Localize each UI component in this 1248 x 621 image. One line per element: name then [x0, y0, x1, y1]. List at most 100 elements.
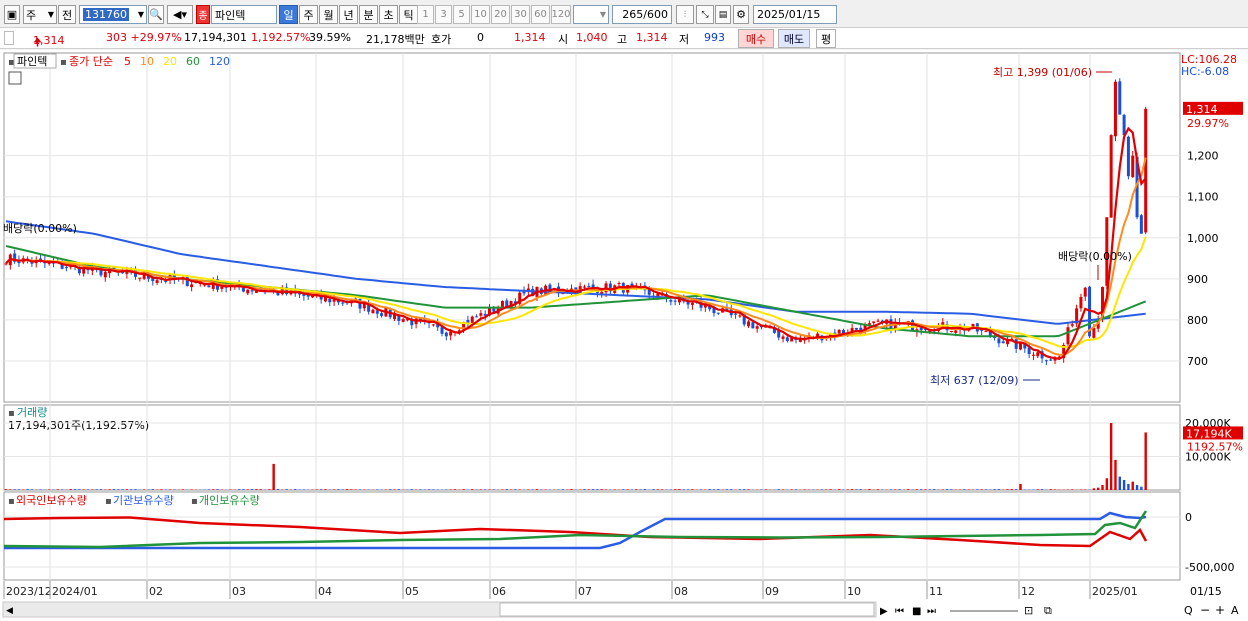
- candle-body: [155, 280, 159, 283]
- volume-bar: [445, 489, 448, 490]
- x-axis-label: 09: [765, 585, 779, 598]
- interval-1[interactable]: 1: [417, 5, 434, 24]
- candle-icon[interactable]: ⫶: [676, 5, 694, 24]
- interval-20[interactable]: 20: [491, 5, 510, 24]
- zoom-icon: Q: [1184, 604, 1193, 617]
- timeframe-3[interactable]: 년: [339, 5, 358, 24]
- timeframe-6[interactable]: 틱: [399, 5, 418, 24]
- volume-bar: [980, 489, 983, 490]
- count-total: /600: [643, 8, 668, 21]
- volume-bar: [1053, 489, 1057, 490]
- candle-body: [1109, 135, 1113, 218]
- sell-button[interactable]: 매도: [778, 29, 810, 48]
- timeframe-0[interactable]: 일: [279, 5, 298, 24]
- buy-button[interactable]: 매수: [738, 29, 774, 48]
- volume-bar: [652, 489, 655, 490]
- main-toolbar: ▣ 주 ▼ 전 131760 ▼ 🔍 ◀▾ 종 파인텍 일주월년분초틱 1 3 5 10 2…: [0, 0, 1248, 28]
- eval-button[interactable]: 평: [816, 29, 836, 48]
- holdings-tick: -500,000: [1185, 561, 1234, 574]
- volume-bar: [479, 489, 483, 490]
- volume-bar: [669, 489, 673, 490]
- hoga-price: 1,314: [514, 31, 546, 44]
- volume-bar: [600, 489, 603, 490]
- timeframe-4[interactable]: 분: [359, 5, 378, 24]
- interval-10[interactable]: 10: [471, 5, 490, 24]
- quote-indicator: [4, 31, 14, 45]
- gear-icon[interactable]: ⚙: [733, 5, 749, 24]
- volume-bar: [976, 489, 979, 490]
- count-value: 265: [622, 8, 644, 21]
- interval-120[interactable]: 120: [551, 5, 571, 24]
- volume-bar: [708, 489, 711, 490]
- volume-bar: [173, 489, 176, 490]
- volume-bar: [911, 489, 914, 490]
- candle-body: [241, 287, 245, 292]
- price-tick: 1,100: [1187, 191, 1219, 204]
- period-toggle[interactable]: 주 ▼: [23, 5, 57, 24]
- x-axis-label: 11: [929, 585, 943, 598]
- candle-body: [246, 289, 250, 294]
- volume-bar: [95, 489, 98, 490]
- volume-value-line: 17,194,301주(1,192.57%): [8, 419, 149, 432]
- volume-bar: [868, 489, 871, 490]
- prev-toggle[interactable]: 전: [58, 5, 76, 24]
- candle-body: [500, 300, 504, 307]
- candle-body: [341, 302, 345, 304]
- search-icon[interactable]: 🔍: [148, 5, 164, 24]
- timeframe-5[interactable]: 초: [379, 5, 398, 24]
- stock-name-field[interactable]: 파인텍: [211, 5, 277, 24]
- low-label: 저: [679, 33, 690, 46]
- volume-bar: [842, 489, 845, 490]
- volume-bar: [1096, 487, 1100, 490]
- volume-bar: [268, 489, 271, 490]
- hoga-value: 0: [477, 31, 484, 44]
- volume-bar: [117, 489, 120, 490]
- high-annotation: 최고 1,399 (01/06): [993, 66, 1092, 79]
- volume-tag2: 1192.57%: [1187, 440, 1243, 453]
- interval-60[interactable]: 60: [531, 5, 550, 24]
- window-menu-icon[interactable]: ▣: [4, 5, 20, 24]
- volume-bar: [393, 489, 396, 490]
- volume-bar: [483, 489, 487, 490]
- x-axis-label: 12: [1021, 585, 1035, 598]
- timeframe-1[interactable]: 주: [299, 5, 318, 24]
- volume-bar: [1109, 423, 1113, 490]
- save-icon[interactable]: ▤: [715, 5, 731, 24]
- zoom-out-icon: −: [1200, 603, 1210, 617]
- volume-bar: [643, 489, 647, 490]
- volume-bar: [1144, 432, 1147, 490]
- volume-bar: [682, 489, 685, 490]
- interval-3[interactable]: 3: [435, 5, 452, 24]
- turnover: 39.59%: [309, 31, 351, 44]
- speaker-icon[interactable]: ◀▾: [167, 5, 193, 24]
- date-field[interactable]: 2025/01/15: [753, 5, 837, 24]
- stock-code-input[interactable]: 131760 ▼: [79, 5, 147, 24]
- ma-legend-60: 60: [186, 55, 200, 68]
- volume-bar: [505, 489, 508, 490]
- legend-bullet: ▪: [105, 496, 112, 507]
- volume-bar: [410, 489, 413, 490]
- volume-bar: [781, 489, 785, 490]
- volume-bar: [376, 489, 379, 490]
- interval-input[interactable]: ▼: [573, 5, 609, 24]
- volume-bar: [17, 489, 21, 490]
- interval-5[interactable]: 5: [453, 5, 470, 24]
- candle-body: [1001, 341, 1005, 344]
- count-field[interactable]: 265/600: [612, 5, 672, 24]
- compare-icon[interactable]: ⤡: [696, 5, 714, 24]
- candle-body: [747, 321, 751, 327]
- volume-bar: [332, 489, 336, 490]
- timeframe-2[interactable]: 월: [319, 5, 338, 24]
- candle-body: [380, 313, 384, 316]
- volume-bar: [73, 489, 77, 490]
- interval-30[interactable]: 30: [511, 5, 530, 24]
- ma-legend-120: 120: [209, 55, 230, 68]
- volume-bar: [56, 489, 60, 490]
- volume-bar: [932, 489, 936, 490]
- chart-svg[interactable]: 2023/12 2024/01 02 03 04 05 06 07 08 09 10 11 12 2025…: [0, 50, 1248, 621]
- volume-bar: [850, 489, 854, 490]
- chart-area[interactable]: 2023/12 2024/01 02 03 04 05 06 07 08 09 10 11 12 2025…: [0, 50, 1248, 621]
- volume-bar: [837, 489, 841, 490]
- volume-bar: [738, 489, 742, 490]
- price-tick: 1,000: [1187, 232, 1219, 245]
